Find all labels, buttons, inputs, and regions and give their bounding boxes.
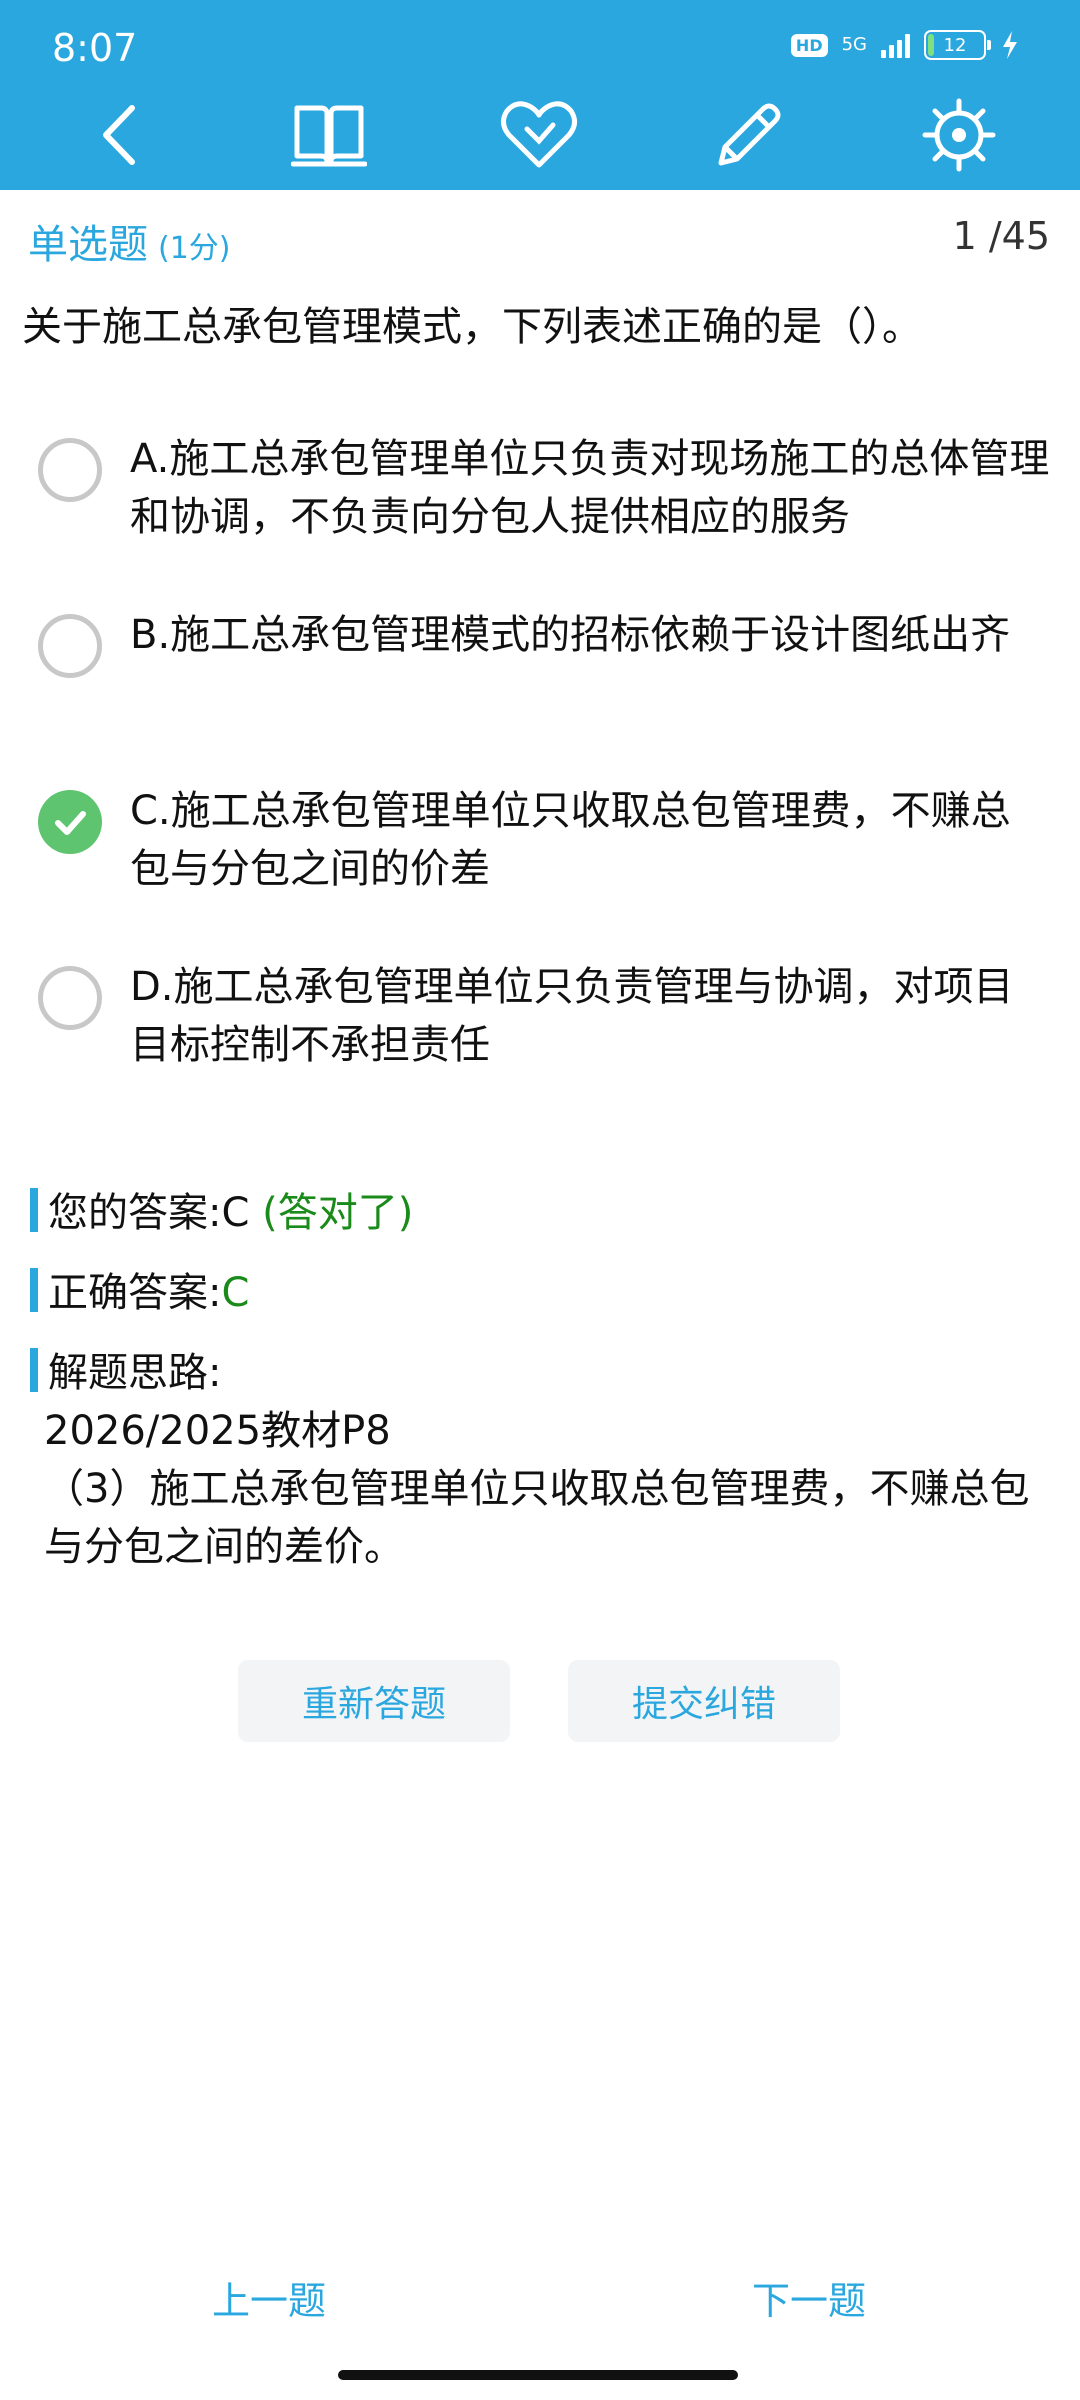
correct-answer-label: 正确答案: (48, 1270, 222, 1316)
pencil-icon (718, 103, 781, 166)
analysis-body: 2026/2025教材P8 （3）施工总承包管理单位只收取总包管理费，不赚总包与… (44, 1402, 1054, 1576)
redo-button[interactable]: 重新答题 (238, 1660, 510, 1742)
option-c-label: C.施工总承包管理单位只收取总包管理费，不赚总包与分包之间的价差 (130, 788, 1011, 892)
toolbar (0, 90, 1080, 180)
question-type-label: 单选题 (28, 222, 148, 268)
option-d-label: D.施工总承包管理单位只负责管理与协调，对项目目标控制不承担责任 (130, 964, 1014, 1068)
question-type: 单选题 (1分) (28, 212, 231, 270)
your-answer: 您的答案:C (答对了) (30, 1180, 413, 1238)
charging-icon (1003, 31, 1017, 59)
settings-icon (922, 98, 996, 172)
network-type: 5G (841, 34, 867, 55)
question-score: (1分) (158, 231, 231, 266)
analysis-reference: 2026/2025教材P8 (44, 1408, 391, 1454)
back-button[interactable] (74, 90, 164, 180)
book-button[interactable] (284, 90, 374, 180)
prev-question-button[interactable]: 上一题 (212, 2270, 326, 2325)
correct-answer-value: C (221, 1270, 250, 1316)
analysis-heading: 解题思路: (30, 1340, 221, 1398)
signal-icon (881, 32, 910, 58)
check-circle-icon[interactable] (38, 790, 102, 854)
question-text: 关于施工总承包管理模式，下列表述正确的是（）。 (22, 304, 922, 350)
top-header: 8:07 HD 5G 12 (0, 0, 1080, 190)
settings-button[interactable] (914, 90, 1004, 180)
radio-icon[interactable] (38, 614, 102, 678)
radio-icon[interactable] (38, 438, 102, 502)
answer-status: (答对了) (262, 1190, 414, 1236)
option-a-label: A.施工总承包管理单位只负责对现场施工的总体管理和协调，不负责向分包人提供相应的… (130, 436, 1050, 540)
note-button[interactable] (704, 90, 794, 180)
your-answer-value: C (221, 1190, 250, 1236)
your-answer-label: 您的答案: (48, 1190, 222, 1236)
home-indicator[interactable] (338, 2370, 738, 2380)
back-icon (103, 105, 135, 165)
heart-icon (501, 101, 577, 168)
battery-icon: 12 (924, 30, 991, 60)
status-time: 8:07 (52, 26, 138, 70)
radio-icon[interactable] (38, 966, 102, 1030)
question-counter: 1 /45 (952, 214, 1050, 258)
analysis-text: （3）施工总承包管理单位只收取总包管理费，不赚总包与分包之间的差价。 (44, 1466, 1030, 1570)
book-icon (291, 105, 367, 167)
status-icons: HD 5G 12 (790, 30, 1020, 60)
hd-badge: HD (790, 33, 828, 57)
option-b-label: B.施工总承包管理模式的招标依赖于设计图纸出齐 (130, 612, 1011, 658)
next-question-button[interactable]: 下一题 (752, 2270, 866, 2325)
report-error-button[interactable]: 提交纠错 (568, 1660, 840, 1742)
favorite-button[interactable] (494, 90, 584, 180)
battery-level: 12 (943, 34, 967, 56)
correct-answer: 正确答案:C (30, 1260, 249, 1318)
